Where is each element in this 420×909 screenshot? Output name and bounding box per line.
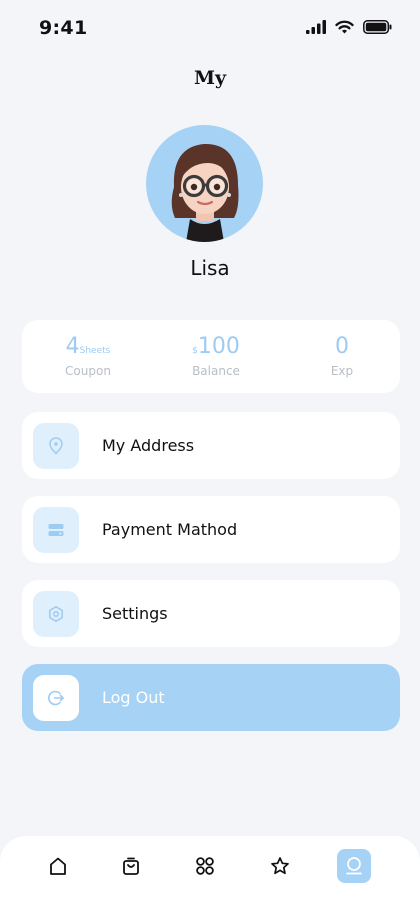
stat-balance[interactable]: $ 100 Balance: [156, 334, 276, 378]
menu-icon-box: [33, 423, 79, 469]
coupon-value: 4: [65, 334, 80, 359]
coupon-label: Coupon: [65, 364, 111, 378]
menu-icon-box: [33, 591, 79, 637]
menu-item-settings[interactable]: Settings: [22, 580, 400, 647]
stat-coupon[interactable]: 4 Sheets Coupon: [28, 334, 148, 378]
menu-item-address[interactable]: My Address: [22, 412, 400, 479]
tab-bar: [0, 836, 420, 909]
menu-label-payment: Payment Mathod: [102, 520, 238, 539]
avatar[interactable]: [146, 125, 263, 242]
coupon-unit: Sheets: [79, 346, 111, 356]
stat-exp[interactable]: 0 Exp: [282, 334, 402, 378]
user-name: Lisa: [190, 256, 230, 280]
tab-categories[interactable]: [188, 849, 222, 883]
logout-icon: [48, 690, 64, 706]
star-icon: [271, 857, 289, 875]
menu-icon-box: [33, 507, 79, 553]
location-pin-icon: [49, 437, 63, 455]
status-icons: [306, 20, 392, 34]
menu-label-settings: Settings: [102, 604, 168, 623]
exp-label: Exp: [330, 364, 354, 378]
gear-icon: [49, 606, 63, 622]
battery-icon: [363, 20, 392, 34]
balance-value: 100: [197, 334, 240, 359]
home-icon: [50, 857, 66, 875]
stats-card: 4 Sheets Coupon $ 100 Balance 0 Exp: [22, 320, 400, 393]
menu-icon-box: [33, 675, 79, 721]
menu-label-logout: Log Out: [102, 688, 165, 707]
shopping-bag-icon: [123, 857, 139, 875]
balance-label: Balance: [192, 364, 240, 378]
status-bar: 9:41: [0, 0, 420, 58]
tab-shop[interactable]: [114, 849, 148, 883]
profile-icon: [346, 857, 362, 875]
tab-home[interactable]: [41, 849, 75, 883]
menu-label-address: My Address: [102, 436, 195, 455]
menu-item-payment[interactable]: Payment Mathod: [22, 496, 400, 563]
memoji-avatar-icon: [171, 143, 239, 242]
tab-favorites[interactable]: [263, 849, 297, 883]
card-icon: [48, 524, 64, 536]
tab-profile[interactable]: [337, 849, 371, 883]
status-time: 9:41: [39, 17, 88, 39]
page-title: My: [193, 67, 227, 89]
wifi-icon: [335, 20, 354, 34]
exp-value: 0: [335, 334, 349, 359]
logout-button[interactable]: Log Out: [22, 664, 400, 731]
signal-icon: [306, 20, 326, 34]
grid-icon: [196, 857, 214, 875]
